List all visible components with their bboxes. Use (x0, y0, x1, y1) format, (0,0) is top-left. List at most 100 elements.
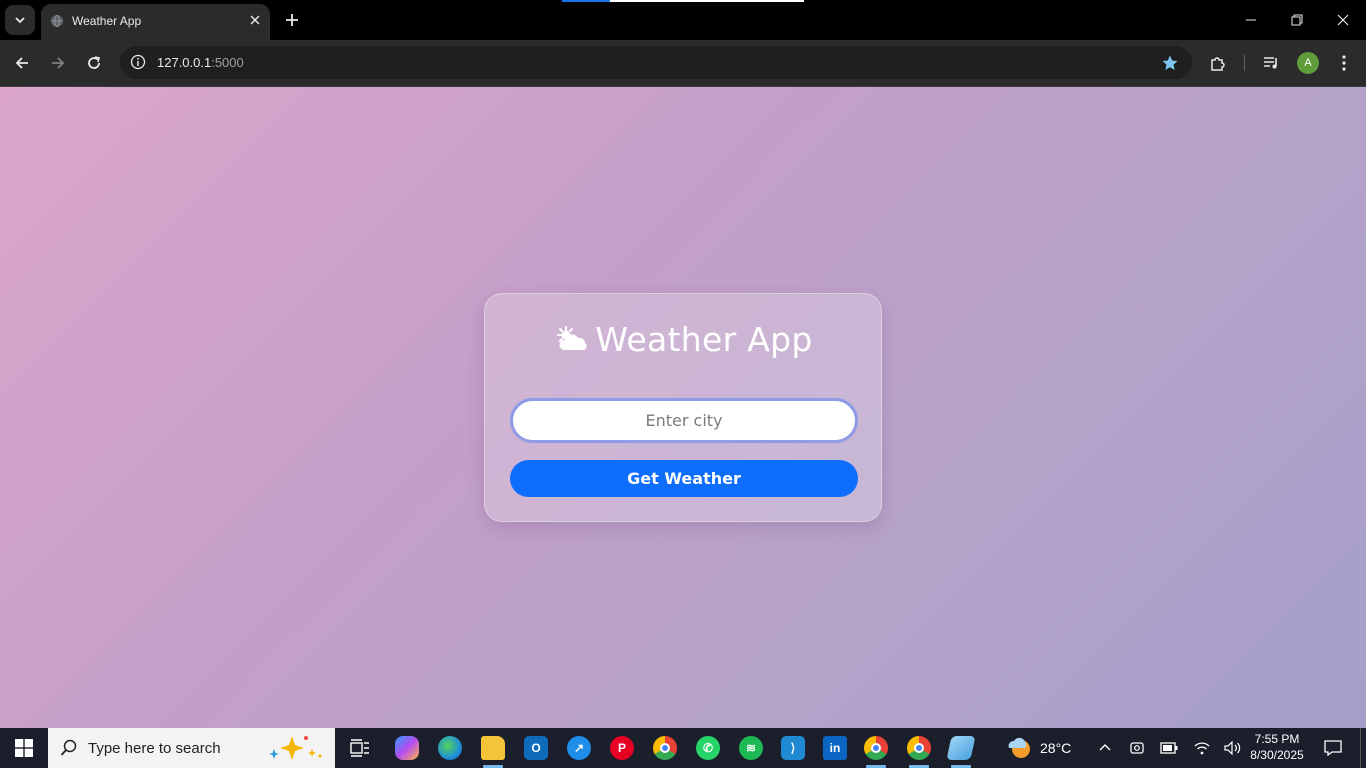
chrome-profile-a-app[interactable] (859, 732, 893, 768)
back-button[interactable] (9, 50, 35, 76)
tab-title: Weather App (72, 14, 142, 28)
page-title: Weather App (485, 320, 883, 361)
chrome-icon (907, 736, 931, 760)
media-queue-icon (1264, 57, 1277, 69)
clock-time: 7:55 PM (1254, 732, 1300, 746)
volume-tray[interactable] (1222, 738, 1244, 758)
url-text: 127.0.0.1:5000 (157, 55, 244, 70)
wifi-icon (1194, 742, 1210, 755)
sun-behind-cloud-icon (555, 322, 589, 361)
browser-toolbar: 127.0.0.1:5000 A (0, 40, 1366, 87)
vscode-app[interactable]: ⟩ (776, 732, 810, 764)
chrome-app[interactable] (648, 732, 682, 764)
edge-app[interactable] (433, 732, 467, 764)
edge-icon (438, 736, 462, 760)
windows-logo-icon (15, 739, 33, 757)
linkedin-app[interactable]: in (818, 732, 852, 764)
restore-icon (1291, 14, 1303, 26)
copilot-app[interactable] (390, 732, 424, 764)
close-tab-icon[interactable] (246, 11, 264, 29)
browser-tab-strip: Weather App (0, 0, 1366, 40)
vscode-icon: ⟩ (781, 736, 805, 760)
copilot-icon (395, 736, 419, 760)
outlook-icon: O (524, 736, 548, 760)
task-view-icon (350, 739, 369, 757)
clock-date: 8/30/2025 (1250, 748, 1304, 762)
globe-icon (49, 13, 65, 29)
chrome-icon (864, 736, 888, 760)
address-bar[interactable]: 127.0.0.1:5000 (120, 46, 1192, 79)
pinterest-app[interactable]: P (605, 732, 639, 764)
new-tab-button[interactable] (280, 8, 304, 32)
close-window-button[interactable] (1320, 0, 1366, 40)
reload-button[interactable] (81, 50, 107, 76)
whatsapp-app[interactable]: ✆ (691, 732, 725, 764)
pinterest-icon: P (610, 736, 634, 760)
taskbar-search-box[interactable]: Type here to search (48, 728, 335, 768)
system-clock[interactable]: 7:55 PM 8/30/2025 (1248, 731, 1306, 763)
plus-icon (286, 14, 298, 26)
weather-card: Weather App Get Weather (484, 293, 882, 522)
compass-icon: ↗ (567, 736, 591, 760)
browser-menu-button[interactable] (1331, 50, 1357, 76)
minimize-icon (1246, 19, 1256, 21)
site-info-icon[interactable] (128, 52, 148, 72)
whatsapp-icon: ✆ (696, 736, 720, 760)
linkedin-icon: in (823, 736, 847, 760)
windows-taskbar: Type here to search O ↗ P ✆ ≋ ⟩ in 28°C (0, 728, 1366, 768)
bookmark-star-icon[interactable] (1160, 53, 1180, 73)
folder-icon (481, 736, 505, 760)
tab-weather-app[interactable]: Weather App (41, 4, 270, 40)
extensions-button[interactable] (1205, 50, 1231, 76)
minimize-window-button[interactable] (1228, 0, 1274, 40)
sparkle-icon (269, 736, 322, 760)
spotify-icon: ≋ (739, 736, 763, 760)
chevron-up-icon (1099, 744, 1111, 751)
notepad-icon (946, 736, 976, 760)
arrow-left-icon (15, 57, 28, 69)
chrome-icon (653, 736, 677, 760)
forward-button[interactable] (45, 50, 71, 76)
show-desktop-button[interactable] (1360, 728, 1366, 768)
url-port: :5000 (211, 55, 244, 70)
spotify-app[interactable]: ≋ (734, 732, 768, 764)
weather-widget[interactable]: 28°C (1004, 728, 1084, 768)
puzzle-icon (1211, 57, 1225, 71)
page-title-text: Weather App (595, 320, 813, 359)
media-controls-button[interactable] (1258, 50, 1284, 76)
camera-icon (1130, 742, 1144, 754)
speaker-icon (1224, 741, 1241, 755)
meet-now-tray[interactable] (1126, 738, 1148, 758)
safari-app[interactable]: ↗ (562, 732, 596, 764)
notepad-app[interactable] (944, 732, 978, 768)
toolbar-divider (1244, 55, 1245, 71)
restore-window-button[interactable] (1274, 0, 1320, 40)
profile-avatar[interactable]: A (1297, 52, 1319, 74)
notifications-button[interactable] (1322, 737, 1344, 759)
search-icon (60, 739, 78, 757)
show-hidden-icons-button[interactable] (1094, 738, 1116, 758)
url-host: 127.0.0.1 (157, 55, 212, 70)
outlook-app[interactable]: O (519, 732, 553, 764)
search-placeholder: Type here to search (88, 740, 221, 757)
task-view-button[interactable] (343, 732, 377, 764)
partly-cloudy-icon (1008, 737, 1030, 758)
start-button[interactable] (0, 728, 48, 768)
get-weather-button[interactable]: Get Weather (510, 460, 858, 497)
weather-temperature: 28°C (1040, 740, 1072, 756)
chrome-profile-b-app[interactable] (902, 732, 936, 768)
close-icon (1337, 14, 1349, 26)
tab-search-button[interactable] (5, 5, 35, 35)
page-viewport: Weather App Get Weather (0, 87, 1366, 728)
battery-icon (1160, 742, 1178, 754)
chevron-down-icon (15, 17, 25, 24)
notification-icon (1324, 740, 1342, 756)
file-explorer-app[interactable] (476, 732, 510, 768)
city-input[interactable] (510, 398, 858, 443)
arrow-right-icon (52, 57, 65, 69)
reload-icon (88, 56, 100, 69)
battery-tray[interactable] (1158, 738, 1180, 758)
loading-progress-bar (562, 0, 804, 2)
network-tray[interactable] (1191, 738, 1213, 758)
more-vertical-icon (1342, 55, 1346, 71)
